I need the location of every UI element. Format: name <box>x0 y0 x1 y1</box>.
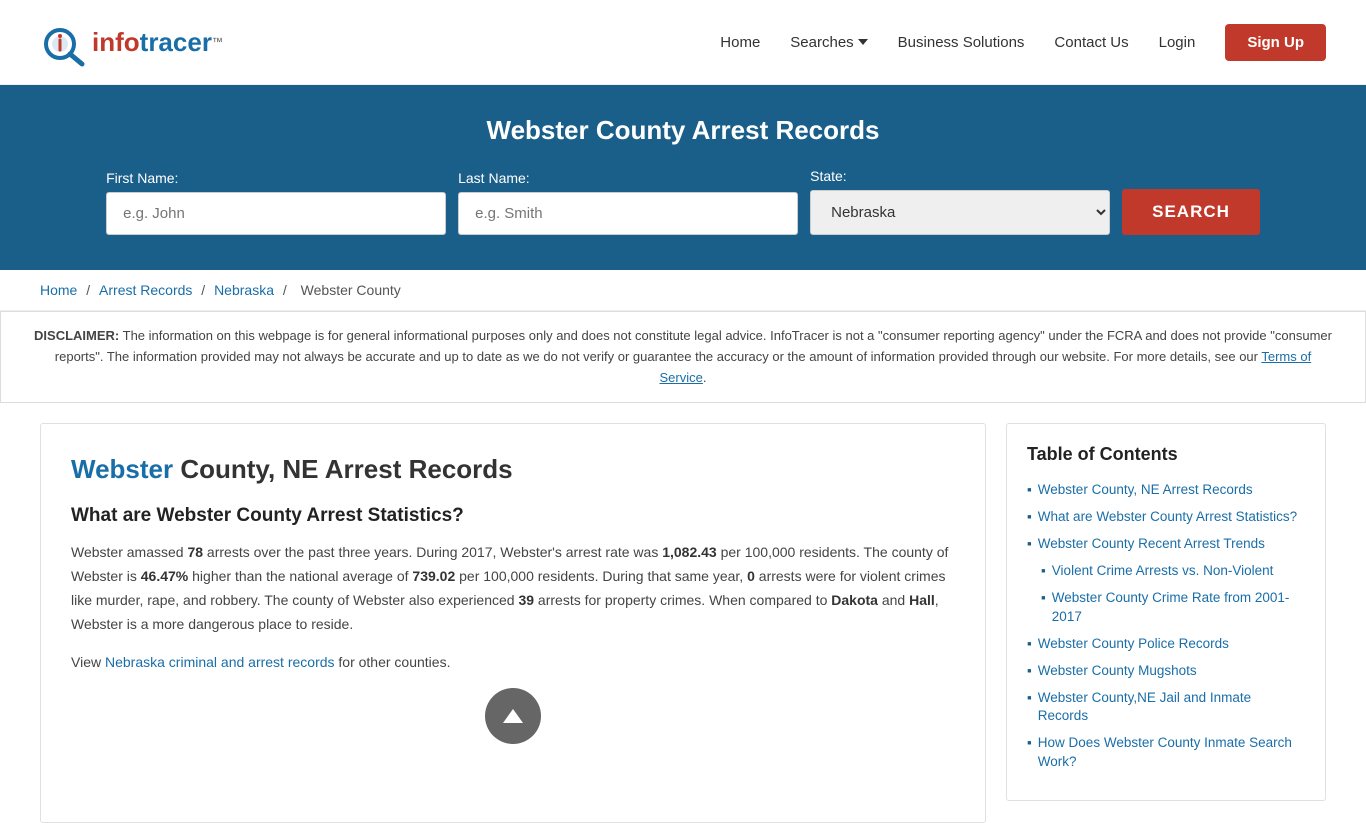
para1-and: and <box>878 592 909 608</box>
scroll-to-top-button[interactable] <box>485 688 541 744</box>
para1-property-text: arrests for property crimes. When compar… <box>534 592 831 608</box>
toc-item-5: Webster County Police Records <box>1027 635 1305 654</box>
breadcrumb-sep1: / <box>86 282 94 298</box>
first-name-label: First Name: <box>106 170 446 186</box>
view-end: for other counties. <box>335 654 451 670</box>
article-view-link-para: View Nebraska criminal and arrest record… <box>71 651 955 675</box>
nav-contact-us[interactable]: Contact Us <box>1054 34 1128 51</box>
disclaimer-label: DISCLAIMER: <box>34 328 119 343</box>
search-form: First Name: Last Name: State: Nebraska A… <box>133 168 1233 235</box>
breadcrumb-current: Webster County <box>301 282 401 298</box>
toc-link-6[interactable]: Webster County Mugshots <box>1038 662 1197 681</box>
state-group: State: Nebraska Alabama Alaska Arizona A… <box>810 168 1110 235</box>
breadcrumb-sep3: / <box>283 282 291 298</box>
logo-tracer-text: tracer <box>140 27 212 57</box>
breadcrumb-home[interactable]: Home <box>40 282 77 298</box>
last-name-label: Last Name: <box>458 170 798 186</box>
state-select[interactable]: Nebraska Alabama Alaska Arizona Arkansas… <box>810 190 1110 235</box>
state-label: State: <box>810 168 1110 184</box>
toc-heading: Table of Contents <box>1027 444 1305 465</box>
para1-percent: 46.47% <box>141 568 188 584</box>
para1-property: 39 <box>518 592 534 608</box>
breadcrumb-sep2: / <box>201 282 209 298</box>
first-name-group: First Name: <box>106 170 446 235</box>
logo[interactable]: infotracer™ <box>40 16 223 68</box>
nav-home[interactable]: Home <box>720 34 760 51</box>
breadcrumb: Home / Arrest Records / Nebraska / Webst… <box>0 270 1366 311</box>
para1-rate: 1,082.43 <box>662 544 717 560</box>
toc-link-3[interactable]: Violent Crime Arrests vs. Non-Violent <box>1052 562 1274 581</box>
view-text: View <box>71 654 105 670</box>
para1-county2: Hall <box>909 592 935 608</box>
toc-link-5[interactable]: Webster County Police Records <box>1038 635 1229 654</box>
hero-title: Webster County Arrest Records <box>40 115 1326 146</box>
chevron-down-icon <box>858 39 868 45</box>
toc-item-2: Webster County Recent Arrest Trends <box>1027 535 1305 554</box>
toc-item-6: Webster County Mugshots <box>1027 662 1305 681</box>
toc-item-0: Webster County, NE Arrest Records <box>1027 481 1305 500</box>
para1-national: 739.02 <box>412 568 455 584</box>
para1-county1: Dakota <box>831 592 878 608</box>
login-button[interactable]: Login <box>1159 34 1196 51</box>
nav-searches[interactable]: Searches <box>790 34 867 51</box>
first-name-input[interactable] <box>106 192 446 235</box>
toc-link-7[interactable]: Webster County,NE Jail and Inmate Record… <box>1038 689 1305 727</box>
toc-link-8[interactable]: How Does Webster County Inmate Search Wo… <box>1038 734 1305 772</box>
disclaimer-bar: DISCLAIMER: The information on this webp… <box>0 311 1366 403</box>
signup-button[interactable]: Sign Up <box>1225 24 1326 61</box>
site-header: infotracer™ Home Searches Business Solut… <box>0 0 1366 85</box>
search-button[interactable]: SEARCH <box>1122 189 1260 235</box>
breadcrumb-arrest-records[interactable]: Arrest Records <box>99 282 192 298</box>
toc-link-1[interactable]: What are Webster County Arrest Statistic… <box>1038 508 1297 527</box>
article: Webster County, NE Arrest Records What a… <box>40 423 986 823</box>
toc-link-4[interactable]: Webster County Crime Rate from 2001-2017 <box>1052 589 1305 627</box>
toc-link-2[interactable]: Webster County Recent Arrest Trends <box>1038 535 1265 554</box>
nav-business-solutions[interactable]: Business Solutions <box>898 34 1025 51</box>
nav-searches-link[interactable]: Searches <box>790 34 853 51</box>
breadcrumb-nebraska[interactable]: Nebraska <box>214 282 274 298</box>
main-content: Webster County, NE Arrest Records What a… <box>0 423 1366 823</box>
logo-tm: ™ <box>212 36 223 48</box>
toc-link-0[interactable]: Webster County, NE Arrest Records <box>1038 481 1253 500</box>
hero-section: Webster County Arrest Records First Name… <box>0 85 1366 270</box>
disclaimer-period: . <box>703 370 707 385</box>
article-heading-rest: County, NE Arrest Records <box>173 454 513 484</box>
main-nav: Home Searches Business Solutions Contact… <box>720 24 1326 61</box>
article-paragraph1: Webster amassed 78 arrests over the past… <box>71 541 955 636</box>
toc-item-1: What are Webster County Arrest Statistic… <box>1027 508 1305 527</box>
last-name-group: Last Name: <box>458 170 798 235</box>
para1-pre: Webster amassed <box>71 544 187 560</box>
scroll-top-container <box>71 688 955 748</box>
para1-violent: 0 <box>747 568 755 584</box>
article-heading: Webster County, NE Arrest Records <box>71 454 955 485</box>
para1-per2: per 100,000 residents. During that same … <box>455 568 747 584</box>
last-name-input[interactable] <box>458 192 798 235</box>
nebraska-records-link[interactable]: Nebraska criminal and arrest records <box>105 654 335 670</box>
toc-list: Webster County, NE Arrest Records What ar… <box>1027 481 1305 772</box>
para1-higher: higher than the national average of <box>188 568 412 584</box>
toc-item-4: Webster County Crime Rate from 2001-2017 <box>1027 589 1305 627</box>
para1-mid: arrests over the past three years. Durin… <box>203 544 662 560</box>
logo-icon <box>40 16 92 68</box>
article-section1-heading: What are Webster County Arrest Statistic… <box>71 505 955 527</box>
logo-info-text: info <box>92 27 140 57</box>
toc-item-8: How Does Webster County Inmate Search Wo… <box>1027 734 1305 772</box>
scroll-up-arrow-icon <box>503 709 523 723</box>
para1-arrests: 78 <box>187 544 203 560</box>
table-of-contents: Table of Contents Webster County, NE Arr… <box>1006 423 1326 801</box>
toc-item-3: Violent Crime Arrests vs. Non-Violent <box>1027 562 1305 581</box>
disclaimer-text: The information on this webpage is for g… <box>55 328 1332 364</box>
article-heading-blue: Webster <box>71 454 173 484</box>
toc-item-7: Webster County,NE Jail and Inmate Record… <box>1027 689 1305 727</box>
